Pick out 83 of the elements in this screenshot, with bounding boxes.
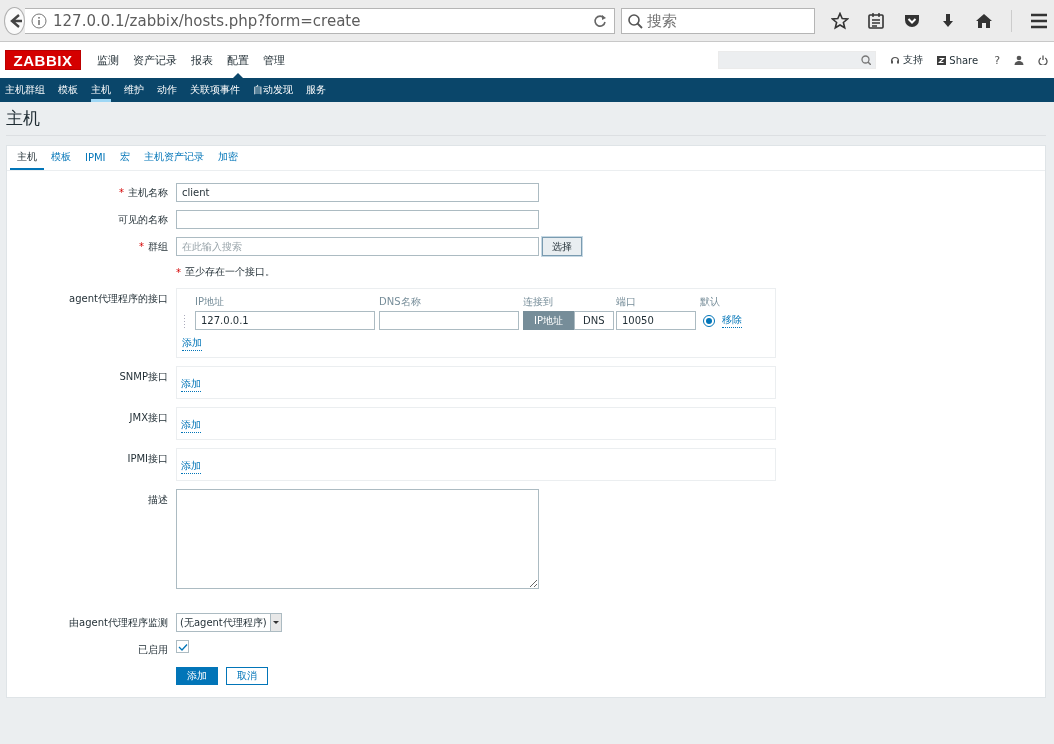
- reload-icon[interactable]: [592, 12, 608, 29]
- support-link[interactable]: 支持: [890, 53, 924, 67]
- user-icon[interactable]: [1014, 55, 1024, 65]
- field-label: 主机名称: [128, 185, 168, 200]
- nav-item[interactable]: 主机群组: [5, 78, 45, 102]
- proxy-dropdown[interactable]: (无agent代理程序): [176, 613, 282, 632]
- tab[interactable]: 加密: [210, 146, 245, 170]
- description-field[interactable]: [176, 489, 539, 589]
- remove-link[interactable]: 移除: [722, 313, 742, 328]
- column-header: 连接到: [523, 295, 554, 309]
- select-button[interactable]: 选择: [542, 237, 582, 256]
- drag-handle-icon[interactable]: [183, 313, 186, 328]
- back-button[interactable]: [4, 6, 25, 35]
- field-label: 描述: [148, 493, 168, 507]
- menu-item[interactable]: 管理: [263, 42, 285, 78]
- add-link[interactable]: 添加: [181, 377, 201, 392]
- z-square-icon: [937, 55, 947, 65]
- required-mark: *: [176, 266, 181, 278]
- add-link[interactable]: 添加: [181, 418, 201, 433]
- field-label: JMX接口: [129, 411, 168, 425]
- tab[interactable]: 主机资产记录: [136, 146, 211, 170]
- interface-note: 至少存在一个接口。: [185, 265, 275, 279]
- search-icon: [861, 55, 872, 65]
- enabled-checkbox[interactable]: [176, 640, 189, 653]
- field-label: 群组: [148, 239, 168, 254]
- field-label: IPMI接口: [127, 452, 168, 466]
- caret-icon: [272, 621, 279, 624]
- nav-item[interactable]: 主机: [91, 78, 111, 102]
- address-bar[interactable]: 127.0.0.1/zabbix/hosts.php?form=create: [25, 7, 615, 34]
- add-link[interactable]: 添加: [181, 459, 201, 474]
- field-label: agent代理程序的接口: [69, 292, 168, 306]
- column-header: DNS名称: [379, 295, 422, 309]
- tab[interactable]: 宏: [112, 146, 137, 170]
- url-text: 127.0.0.1/zabbix/hosts.php?form=create: [53, 11, 362, 30]
- info-icon: [31, 12, 47, 29]
- visible-name-field[interactable]: [176, 210, 539, 229]
- default-radio[interactable]: [703, 314, 715, 327]
- nav-item[interactable]: 关联项事件: [190, 78, 240, 102]
- menu-item[interactable]: 配置: [227, 42, 249, 78]
- add-link[interactable]: 添加: [182, 336, 202, 351]
- ip-field[interactable]: 127.0.0.1: [195, 311, 375, 330]
- power-icon[interactable]: [1038, 55, 1048, 65]
- menu-icon[interactable]: [1030, 11, 1048, 30]
- tab[interactable]: 主机: [10, 146, 44, 170]
- home-icon[interactable]: [975, 11, 993, 30]
- column-header: 端口: [616, 295, 637, 309]
- nav-item[interactable]: 模板: [58, 78, 78, 102]
- tab[interactable]: IPMI: [78, 146, 113, 170]
- help-link[interactable]: ?: [994, 53, 1000, 67]
- search-icon: [627, 12, 643, 29]
- nav-item[interactable]: 服务: [306, 78, 326, 102]
- field-label: 可见的名称: [118, 212, 168, 227]
- headset-icon: [890, 55, 901, 65]
- search-input[interactable]: 搜索: [647, 11, 807, 30]
- connect-option[interactable]: DNS: [574, 311, 614, 330]
- check-icon: [177, 642, 188, 651]
- menu-item[interactable]: 监测: [97, 42, 119, 78]
- host-name-field[interactable]: client: [176, 183, 539, 202]
- search-field[interactable]: [718, 51, 877, 69]
- share-link[interactable]: Share: [937, 54, 979, 66]
- column-header: 默认: [700, 295, 721, 309]
- column-header: IP地址: [195, 295, 225, 309]
- groups-field[interactable]: 在此输入搜索: [176, 237, 539, 256]
- nav-item[interactable]: 自动发现: [253, 78, 293, 102]
- menu-item[interactable]: 资产记录: [133, 42, 177, 78]
- browser-search-field[interactable]: 搜索: [621, 7, 815, 34]
- dns-field[interactable]: [379, 311, 519, 330]
- required-mark: *: [139, 241, 144, 252]
- nav-item[interactable]: 动作: [157, 78, 177, 102]
- required-mark: *: [119, 187, 124, 198]
- field-label: 已启用: [138, 642, 168, 657]
- field-label: SNMP接口: [119, 370, 168, 384]
- logo[interactable]: ZABBIX: [5, 50, 81, 70]
- star-icon[interactable]: [831, 11, 849, 30]
- nav-item[interactable]: 维护: [124, 78, 144, 102]
- page-title: 主机: [6, 102, 1046, 136]
- tab[interactable]: 模板: [44, 146, 78, 170]
- menu-item[interactable]: 报表: [191, 42, 213, 78]
- add-button[interactable]: 添加: [176, 667, 218, 685]
- clipboard-icon[interactable]: [867, 11, 885, 30]
- field-label: 由agent代理程序监测: [69, 615, 168, 630]
- cancel-button[interactable]: 取消: [226, 667, 268, 685]
- port-field[interactable]: 10050: [616, 311, 696, 330]
